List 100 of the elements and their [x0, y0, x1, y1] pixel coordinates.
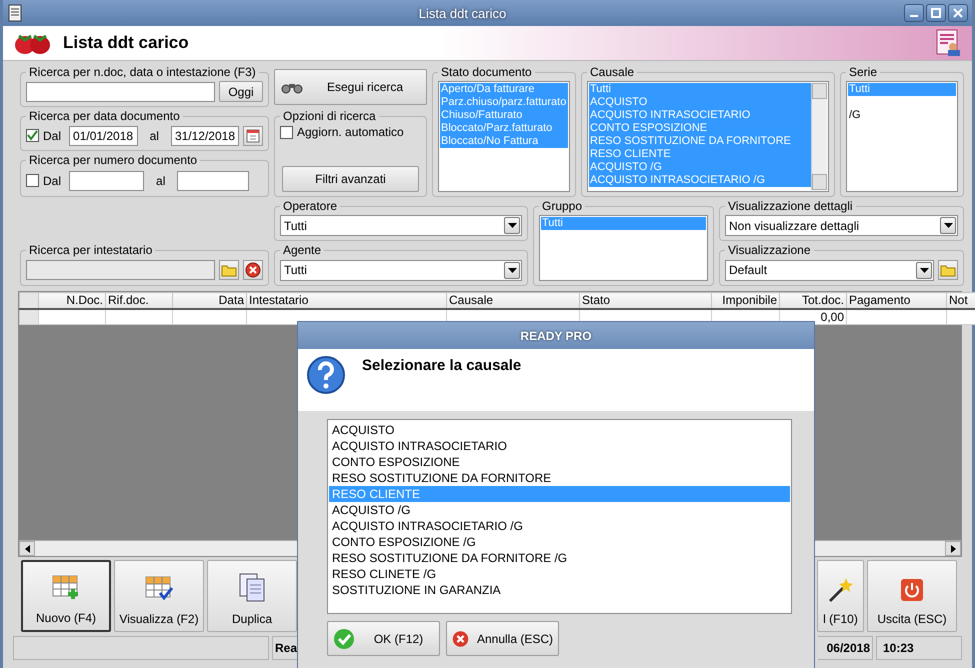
status-field: 10:23 — [876, 636, 962, 660]
group-label: Operatore — [282, 199, 338, 213]
toolbar-button[interactable]: l (F10) — [817, 560, 864, 632]
calendar-button[interactable] — [243, 126, 263, 146]
cancel-icon — [245, 262, 261, 278]
group-label: Ricerca per numero documento — [28, 153, 198, 167]
magic-wand-icon — [828, 578, 852, 602]
list-item[interactable]: CONTO ESPOSIZIONE — [329, 454, 790, 470]
checkbox[interactable] — [26, 129, 39, 142]
number-field[interactable] — [69, 170, 144, 190]
column-header[interactable]: Tot.doc. — [780, 292, 846, 308]
list-item[interactable]: RESO SOSTITUZIONE DA FORNITORE — [329, 470, 790, 486]
question-icon — [306, 355, 346, 395]
list-box[interactable]: Tutti /G — [846, 81, 958, 192]
list-item[interactable]: RESO SOSTITUZIONE DA FORNITORE /G — [329, 550, 790, 566]
maximize-button[interactable] — [926, 4, 946, 22]
group-label: Opzioni di ricerca — [282, 109, 377, 123]
field-label: al — [156, 174, 166, 188]
toolbar-button[interactable]: Uscita (ESC) — [867, 560, 957, 632]
field-label: al — [150, 128, 159, 142]
group-label: Visualizzazione dettagli — [727, 199, 854, 213]
checkbox[interactable] — [26, 174, 39, 187]
grid-check-icon — [144, 574, 174, 602]
browse-button[interactable] — [938, 260, 958, 280]
checkbox-label: Dal — [43, 174, 62, 188]
toolbar-button[interactable]: Visualizza (F2) — [114, 560, 204, 632]
close-button[interactable] — [948, 4, 968, 22]
report-icon — [936, 29, 962, 57]
date-field[interactable]: 01/01/2018 — [69, 126, 138, 146]
toolbar-button[interactable]: Nuovo (F4) — [21, 560, 111, 632]
minimize-button[interactable] — [904, 4, 924, 22]
column-header[interactable]: Pagamento — [846, 292, 946, 308]
scroll-left-icon — [24, 544, 30, 552]
column-header[interactable]: N.Doc. — [38, 292, 106, 308]
column-header[interactable]: Stato — [580, 292, 712, 308]
dialog-message: Selezionare la causale — [362, 357, 522, 374]
toolbar-button[interactable]: Duplica — [207, 560, 297, 632]
group-label: Ricerca per n.doc, data o intestazione (F3) — [28, 65, 257, 79]
list-item[interactable]: ACQUISTO /G — [329, 502, 790, 518]
calendar-icon — [246, 128, 260, 143]
close-icon — [953, 8, 963, 18]
list-item[interactable]: ACQUISTO INTRASOCIETARIO — [329, 438, 790, 454]
column-header[interactable]: Intestatario — [246, 292, 446, 308]
column-header[interactable]: Data — [172, 292, 246, 308]
group-label: Ricerca per intestatario — [28, 243, 154, 257]
group-label: Stato documento — [440, 65, 533, 79]
dropdown-arrow-icon — [920, 268, 928, 272]
clear-button[interactable] — [243, 260, 263, 280]
group-label: Ricerca per data documento — [28, 109, 181, 123]
dialog-title: READY PRO — [298, 322, 814, 349]
checkbox-label: Dal — [43, 128, 62, 142]
customer-field[interactable] — [26, 260, 215, 280]
dropdown-field[interactable]: Non visualizzare dettagli — [725, 215, 958, 236]
grid-add-icon — [51, 573, 81, 601]
list-item[interactable]: ACQUISTO — [329, 422, 790, 438]
column-header[interactable]: Causale — [446, 292, 580, 308]
list-box[interactable] — [327, 419, 792, 614]
folder-icon — [940, 263, 956, 277]
dropdown-arrow-icon — [508, 223, 516, 228]
group-label: Causale — [589, 65, 636, 79]
minimize-icon — [910, 15, 918, 17]
advanced-filters-button[interactable]: Filtri avanzati — [282, 166, 419, 192]
checkbox[interactable] — [280, 126, 293, 138]
search-button[interactable]: Esegui ricerca — [274, 69, 427, 105]
number-field[interactable] — [177, 170, 250, 190]
scrollbar[interactable] — [811, 83, 827, 190]
check-icon — [333, 628, 355, 650]
folder-icon — [221, 263, 237, 277]
column-header[interactable]: Imponibile — [712, 292, 780, 308]
power-icon — [900, 578, 924, 602]
page-title: Lista ddt carico — [63, 33, 190, 53]
list-item[interactable]: /G — [848, 109, 956, 122]
status-field: Rea — [272, 636, 298, 660]
ok-button[interactable]: OK (F12) — [327, 621, 440, 656]
group-label: Agente — [282, 243, 322, 257]
list-item[interactable]: ACQUISTO INTRASOCIETARIO /G — [329, 518, 790, 534]
column-header[interactable]: Rif.doc. — [106, 292, 172, 308]
list-item[interactable]: SOSTITUZIONE IN GARANZIA — [329, 582, 790, 598]
dropdown-arrow-icon — [944, 223, 952, 228]
list-item[interactable]: RESO CLINETE /G — [329, 566, 790, 582]
documents-icon — [237, 572, 267, 602]
group-label: Visualizzazione — [727, 243, 812, 257]
status-field: 06/2018 — [818, 636, 873, 660]
date-field[interactable]: 31/12/2018 — [170, 126, 239, 146]
dropdown-field[interactable]: Tutti — [280, 215, 522, 236]
dropdown-field[interactable]: Default — [725, 260, 934, 280]
window-title: Lista ddt carico — [418, 6, 508, 20]
column-header[interactable]: Not — [946, 292, 975, 308]
dropdown-field[interactable]: Tutti — [280, 260, 522, 280]
search-field[interactable] — [26, 82, 215, 102]
today-button[interactable]: Oggi — [219, 81, 263, 102]
maximize-icon — [931, 8, 941, 18]
app-icon — [7, 4, 23, 22]
group-label: Serie — [848, 65, 878, 79]
list-item[interactable]: CONTO ESPOSIZIONE /G — [329, 534, 790, 550]
group-label: Gruppo — [541, 199, 584, 213]
scroll-right-icon — [950, 544, 956, 552]
checkbox-label: Aggiorn. automatico — [297, 125, 404, 139]
cancel-button[interactable]: Annulla (ESC) — [446, 621, 559, 656]
dropdown-arrow-icon — [508, 268, 516, 272]
